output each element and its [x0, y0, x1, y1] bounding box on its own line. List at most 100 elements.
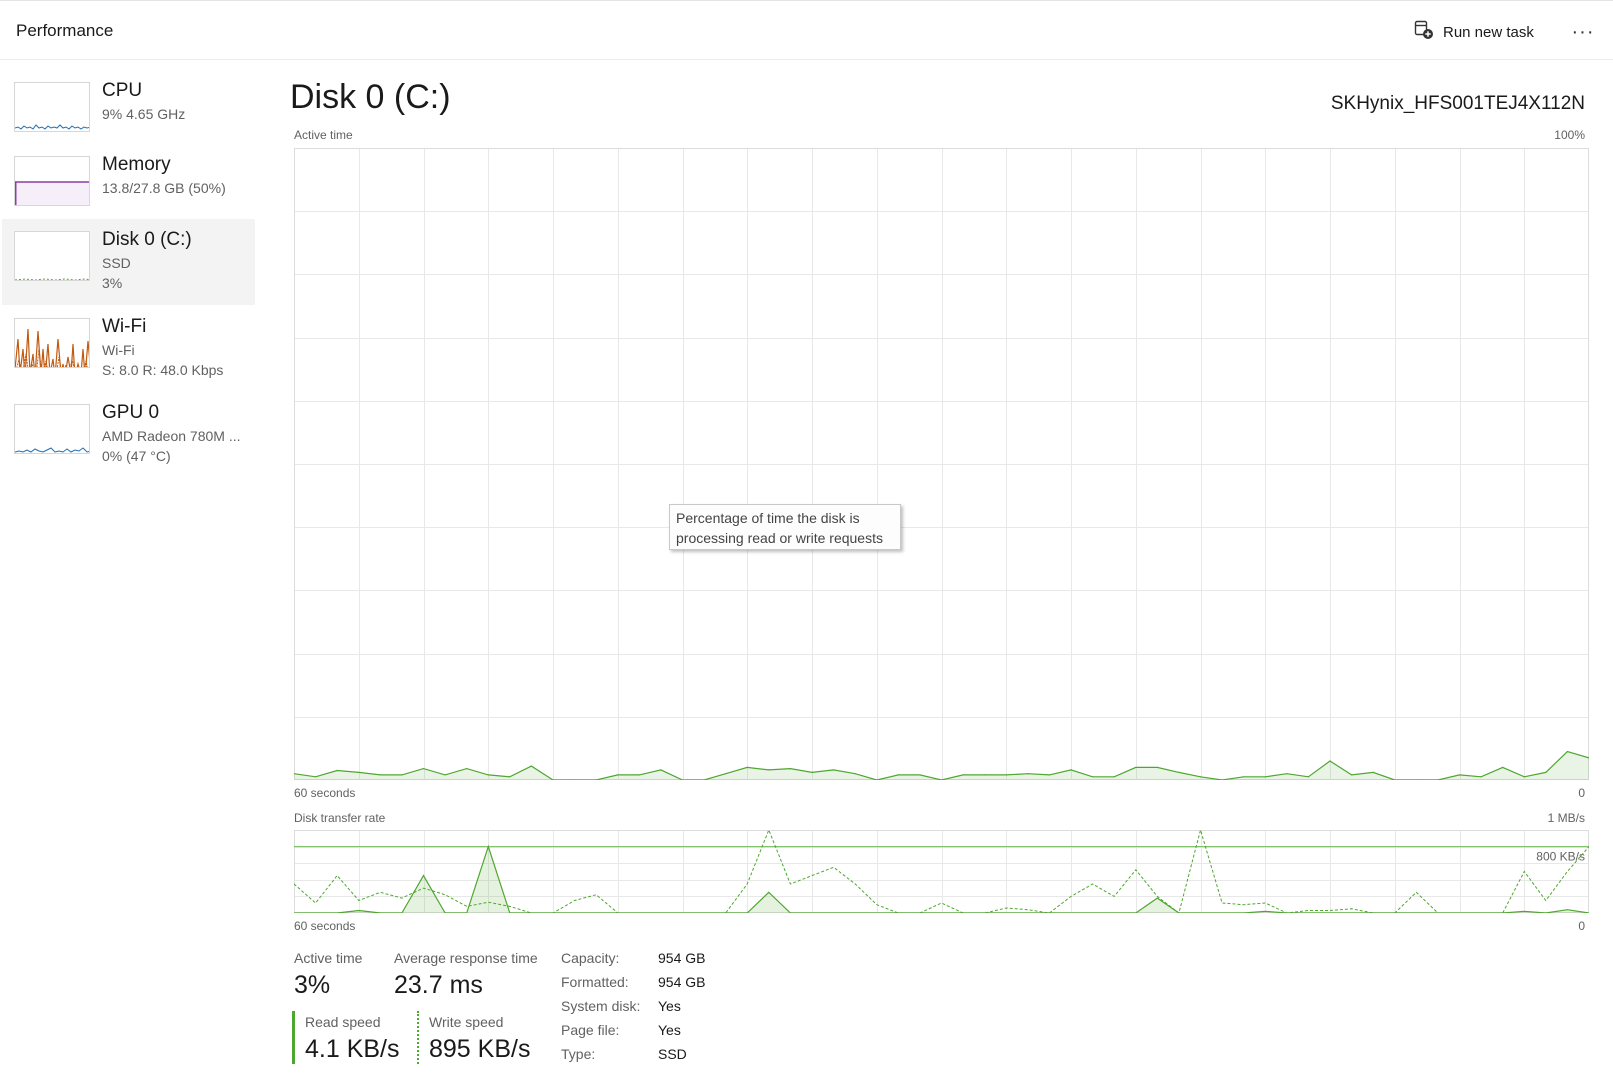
active-time-point	[746, 766, 748, 769]
active-time-point	[660, 769, 662, 771]
write-speed-legend-bar	[417, 1011, 419, 1064]
sidebar-item-name: GPU 0	[102, 402, 160, 423]
write-speed-stat-label: Write speed	[429, 1014, 504, 1030]
active-time-point	[1307, 776, 1309, 778]
active-time-point	[422, 768, 425, 770]
transfer-rate-graph: 800 KB/s	[294, 830, 1589, 913]
disk-title: Disk 0 (C:)	[290, 78, 451, 116]
more-options-icon: ···	[1571, 20, 1595, 43]
active-time-point	[444, 774, 446, 776]
active-time-point	[1027, 773, 1029, 775]
active-time-grid	[294, 148, 1589, 780]
reference-line-label: 800 KB/s	[1536, 850, 1585, 864]
disk-thumbnail-graph	[14, 231, 90, 281]
sidebar-item-name: Memory	[102, 154, 171, 175]
page-file-key: Page file:	[561, 1022, 620, 1038]
sidebar-item-detail-2: 0% (47 °C)	[102, 448, 171, 464]
title-bar: Performance Run new task ···	[0, 0, 1613, 60]
read-speed-legend-bar	[292, 1011, 295, 1064]
sidebar-item-name: Disk 0 (C:)	[102, 229, 192, 250]
active-time-point	[487, 774, 489, 776]
active-time-graph	[294, 148, 1589, 780]
transfer-rate-max-label: 1 MB/s	[1547, 811, 1585, 825]
active-time-point	[919, 774, 921, 776]
active-time-point	[336, 769, 338, 772]
active-time-point	[1092, 776, 1094, 778]
active-time-graph-label: Active time	[294, 128, 353, 142]
read-speed-stat-value: 4.1 KB/s	[305, 1035, 400, 1063]
write-speed-stat-value: 895 KB/s	[429, 1035, 531, 1063]
tooltip-line-2: processing read or write requests	[676, 530, 883, 546]
active-time-point	[401, 774, 403, 776]
active-time-point	[638, 774, 640, 776]
sidebar-item-detail: 13.8/27.8 GB (50%)	[102, 180, 226, 196]
active-time-point	[1566, 751, 1568, 753]
formatted-value: 954 GB	[658, 974, 706, 990]
active-time-stat-label: Active time	[294, 950, 363, 966]
active-time-point	[1113, 776, 1115, 778]
transfer-rate-axis-label: 60 seconds	[294, 919, 356, 933]
read-speed-stat-label: Read speed	[305, 1014, 381, 1030]
active-time-point	[617, 774, 619, 776]
type-key: Type:	[561, 1046, 596, 1062]
active-time-max-label: 100%	[1554, 128, 1585, 142]
active-time-point	[1243, 776, 1245, 778]
sidebar-item-detail: Wi-Fi	[102, 342, 135, 358]
active-time-point	[358, 771, 360, 774]
active-time-point	[466, 768, 468, 770]
transfer-rate-min-label: 0	[1578, 919, 1585, 933]
run-new-task-button[interactable]: Run new task	[1414, 19, 1534, 45]
read-speed-area	[294, 846, 1589, 913]
active-time-point	[897, 774, 899, 776]
sidebar-item-disk[interactable]: Disk 0 (C:) SSD 3%	[2, 219, 255, 305]
sidebar-item-detail-2: S: 8.0 R: 48.0 Kbps	[102, 362, 224, 378]
wifi-thumbnail-graph	[14, 318, 90, 368]
capacity-value: 954 GB	[658, 950, 706, 966]
avg-response-stat-label: Average response time	[394, 950, 538, 966]
active-time-point	[962, 774, 964, 776]
transfer-rate-graph-label: Disk transfer rate	[294, 811, 386, 825]
capacity-key: Capacity:	[561, 950, 620, 966]
sidebar-item-name: CPU	[102, 80, 143, 101]
active-time-point	[1372, 771, 1374, 774]
active-time-point	[1199, 776, 1202, 778]
active-time-point	[1264, 776, 1266, 778]
more-options-button[interactable]: ···	[1568, 19, 1598, 45]
active-time-point	[1048, 774, 1050, 776]
active-time-tooltip: Percentage of time the disk is processin…	[669, 504, 901, 550]
active-time-point	[509, 776, 511, 778]
active-time-point	[1458, 774, 1461, 776]
active-time-point	[984, 774, 986, 776]
sidebar-item-gpu[interactable]: GPU 0 AMD Radeon 780M ... 0% (47 °C)	[2, 392, 255, 478]
sidebar-item-wifi[interactable]: Wi-Fi Wi-Fi S: 8.0 R: 48.0 Kbps	[2, 306, 255, 392]
sidebar-item-memory[interactable]: Memory 13.8/27.8 GB (50%)	[2, 144, 255, 230]
sidebar-item-name: Wi-Fi	[102, 316, 147, 337]
active-time-point	[1480, 776, 1482, 778]
system-disk-value: Yes	[658, 998, 681, 1014]
active-time-point	[789, 768, 791, 770]
active-time-point	[530, 765, 532, 767]
sidebar-item-detail-2: 3%	[102, 275, 123, 291]
type-value: SSD	[658, 1046, 687, 1062]
tooltip-line-1: Percentage of time the disk is	[676, 510, 860, 526]
active-time-point	[1178, 771, 1180, 774]
active-time-point	[1070, 769, 1072, 771]
active-time-point	[1329, 760, 1331, 762]
active-time-point	[1156, 766, 1158, 769]
active-time-point	[854, 773, 856, 775]
active-time-point	[725, 773, 727, 775]
gpu-thumbnail-graph	[14, 404, 90, 454]
run-new-task-label: Run new task	[1443, 23, 1534, 41]
active-time-point	[811, 771, 813, 774]
sidebar-item-detail: 9% 4.65 GHz	[102, 106, 186, 122]
system-disk-key: System disk:	[561, 998, 641, 1014]
sidebar-item-detail: SSD	[102, 255, 131, 271]
active-time-point	[1351, 774, 1353, 776]
active-time-stat-value: 3%	[294, 971, 331, 999]
page-title: Performance	[16, 21, 114, 40]
run-new-task-icon	[1414, 20, 1434, 44]
active-time-point	[1005, 774, 1007, 776]
active-time-point	[768, 769, 770, 771]
active-time-point	[1286, 773, 1288, 775]
active-time-point	[379, 774, 381, 776]
